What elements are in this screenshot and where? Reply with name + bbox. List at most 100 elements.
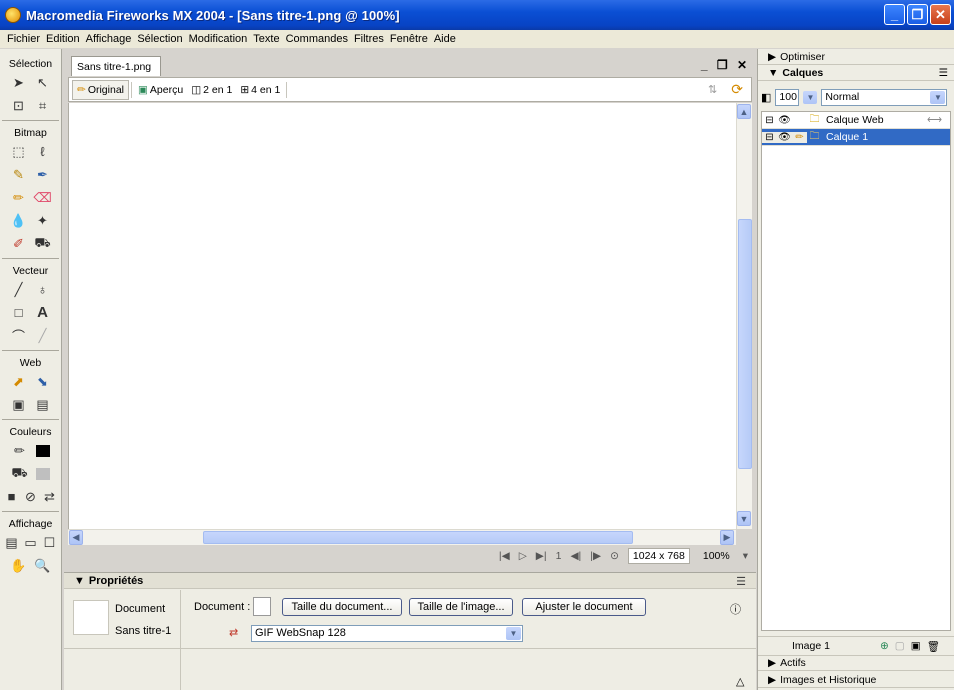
eraser-icon[interactable]: ⌫ — [33, 190, 51, 206]
blend-mode-select[interactable]: Normal ▼ — [821, 88, 948, 106]
calques-panel-header[interactable]: ▼ Calques ☰ — [758, 65, 954, 81]
swap-colors-icon[interactable]: ⇄ — [42, 489, 58, 505]
layer-row-calque-web[interactable]: ⊟ 👁 🗀 Calque Web ⟷ — [762, 112, 950, 129]
fireworks-app-icon[interactable] — [5, 7, 21, 23]
text-icon[interactable]: A — [35, 304, 51, 321]
marquee-icon[interactable]: ⬚ — [11, 144, 27, 160]
eyedropper-icon[interactable]: ✐ — [11, 236, 27, 252]
standard-screen-icon[interactable]: ▤ — [4, 535, 20, 551]
stroke-swatch[interactable] — [35, 444, 50, 457]
optimiser-panel-header[interactable]: ▶ Optimiser — [758, 49, 954, 65]
magic-wand-icon[interactable]: ✎ — [11, 167, 27, 183]
blur-icon[interactable]: 💧 — [10, 213, 26, 229]
opacity-dropdown-icon[interactable]: ▼ — [803, 90, 818, 104]
pencil-icon[interactable]: ✏ — [792, 131, 807, 143]
document-canvas[interactable] — [68, 103, 736, 529]
menu-selection[interactable]: Sélection — [134, 33, 185, 45]
document-controls[interactable]: _ ❐ ✕ — [701, 58, 750, 72]
menu-edition[interactable]: Edition — [43, 33, 83, 45]
export-settings-icon[interactable]: ⇄ — [229, 626, 238, 639]
menu-fichier[interactable]: Fichier — [4, 33, 43, 45]
stroke-color-icon[interactable]: ✏ — [12, 443, 28, 459]
close-button[interactable]: ✕ — [930, 4, 951, 25]
full-screen-menu-icon[interactable]: ▭ — [23, 535, 39, 551]
share-icon[interactable]: ⟷ — [927, 114, 942, 126]
vertical-scrollbar[interactable]: ▲ ▼ — [736, 103, 752, 529]
eye-icon[interactable]: 👁 — [777, 131, 792, 143]
tab-apercu[interactable]: ▣ Aperçu — [134, 80, 187, 100]
help-icon[interactable]: ⓘ — [730, 601, 741, 617]
trash-icon[interactable]: 🗑 — [927, 640, 940, 653]
expand-triangle-icon[interactable]: △ — [736, 675, 744, 688]
line-icon[interactable]: ╱ — [11, 282, 27, 298]
images-historique-panel-header[interactable]: ▶ Images et Historique — [758, 672, 954, 688]
document-tab[interactable]: Sans titre-1.png — [71, 56, 161, 76]
horizontal-scroll-thumb[interactable] — [203, 531, 633, 544]
menu-aide[interactable]: Aide — [431, 33, 459, 45]
hotspot-icon[interactable]: ⬈ — [11, 374, 27, 390]
scroll-up-button[interactable]: ▲ — [737, 104, 751, 119]
fill-swatch[interactable] — [35, 467, 50, 480]
full-screen-icon[interactable]: ☐ — [42, 535, 58, 551]
scroll-down-button[interactable]: ▼ — [737, 511, 751, 526]
fireworks-edit-icon[interactable]: ⟳ — [731, 81, 743, 98]
minimize-button[interactable]: _ — [884, 4, 905, 25]
next-frame-icon[interactable]: |▶ — [590, 550, 601, 562]
default-colors-icon[interactable]: ■ — [4, 489, 20, 505]
no-color-icon[interactable]: ⊘ — [23, 489, 39, 505]
new-layer-icon[interactable]: ▣ — [911, 640, 921, 652]
brush-icon[interactable]: ✒ — [35, 167, 51, 183]
zoom-dropdown-icon[interactable]: ▾ — [743, 550, 748, 562]
actifs-panel-header[interactable]: ▶ Actifs — [758, 655, 954, 671]
eye-icon[interactable]: 👁 — [777, 115, 792, 126]
menu-modification[interactable]: Modification — [186, 33, 251, 45]
hide-slices-icon[interactable]: ▣ — [11, 397, 27, 413]
fit-canvas-button[interactable]: Ajuster le document — [522, 598, 646, 616]
collapse-icon[interactable]: ⊟ — [762, 131, 777, 143]
freeform-icon[interactable]: ⌒ — [11, 328, 27, 344]
rectangle-icon[interactable]: □ — [11, 305, 27, 321]
layer-row-calque-1[interactable]: ⊟ 👁 ✏ 🗀 Calque 1 — [762, 129, 950, 146]
mask-icon[interactable]: ▢ — [895, 640, 905, 652]
tab-4-up[interactable]: ⊞ 4 en 1 — [236, 80, 284, 100]
image-size-button[interactable]: Taille de l'image... — [409, 598, 513, 616]
new-sublayer-icon[interactable]: ⊕ — [880, 640, 889, 652]
subselect-icon[interactable]: ↖ — [35, 75, 51, 91]
last-frame-icon[interactable]: ▶| — [536, 550, 547, 562]
prev-frame-icon[interactable]: ◀| — [570, 550, 581, 562]
opacity-field[interactable]: 100 — [775, 88, 800, 106]
crop-icon[interactable]: ⌗ — [35, 98, 51, 114]
stop-icon[interactable]: ⊙ — [610, 550, 619, 562]
properties-header[interactable]: ▼ Propriétés — [64, 573, 756, 589]
canvas-color-swatch[interactable] — [253, 597, 271, 616]
pen-icon[interactable]: ♁ — [35, 282, 51, 298]
maximize-button[interactable]: ❐ — [907, 4, 928, 25]
tab-2-up[interactable]: ◫ 2 en 1 — [187, 80, 236, 100]
export-format-select[interactable]: GIF WebSnap 128 ▼ — [251, 625, 523, 642]
fill-color-icon[interactable]: ⛟ — [11, 465, 27, 482]
show-slices-icon[interactable]: ▤ — [35, 397, 51, 413]
play-icon[interactable]: ▷ — [519, 550, 527, 562]
menu-commandes[interactable]: Commandes — [283, 33, 351, 45]
vertical-scroll-thumb[interactable] — [738, 219, 752, 469]
pencil-icon[interactable]: ✏ — [11, 190, 27, 206]
menu-affichage[interactable]: Affichage — [83, 33, 135, 45]
rubber-stamp-icon[interactable]: ✦ — [35, 213, 51, 229]
scale-icon[interactable]: ⊡ — [11, 98, 27, 114]
horizontal-scrollbar[interactable]: ◀ ▶ — [68, 529, 736, 545]
scroll-right-button[interactable]: ▶ — [720, 530, 734, 545]
pointer-icon[interactable]: ➤ — [11, 75, 27, 91]
canvas-size-button[interactable]: Taille du document... — [282, 598, 402, 616]
slice-icon[interactable]: ⬊ — [35, 374, 51, 390]
panel-options-icon[interactable]: ☰ — [939, 67, 948, 79]
zoom-icon[interactable]: 🔍 — [34, 558, 50, 574]
first-frame-icon[interactable]: |◀ — [499, 550, 510, 562]
lasso-icon[interactable]: ℓ — [35, 144, 51, 160]
knife-icon[interactable]: ╱ — [35, 328, 51, 344]
scroll-left-button[interactable]: ◀ — [69, 530, 83, 545]
zoom-level[interactable]: 100% — [699, 549, 734, 563]
collapse-icon[interactable]: ⊟ — [762, 115, 777, 126]
paint-bucket-icon[interactable]: ⛟ — [34, 235, 50, 252]
tab-original[interactable]: ✏ Original — [72, 79, 129, 100]
menu-filtres[interactable]: Filtres — [351, 33, 387, 45]
